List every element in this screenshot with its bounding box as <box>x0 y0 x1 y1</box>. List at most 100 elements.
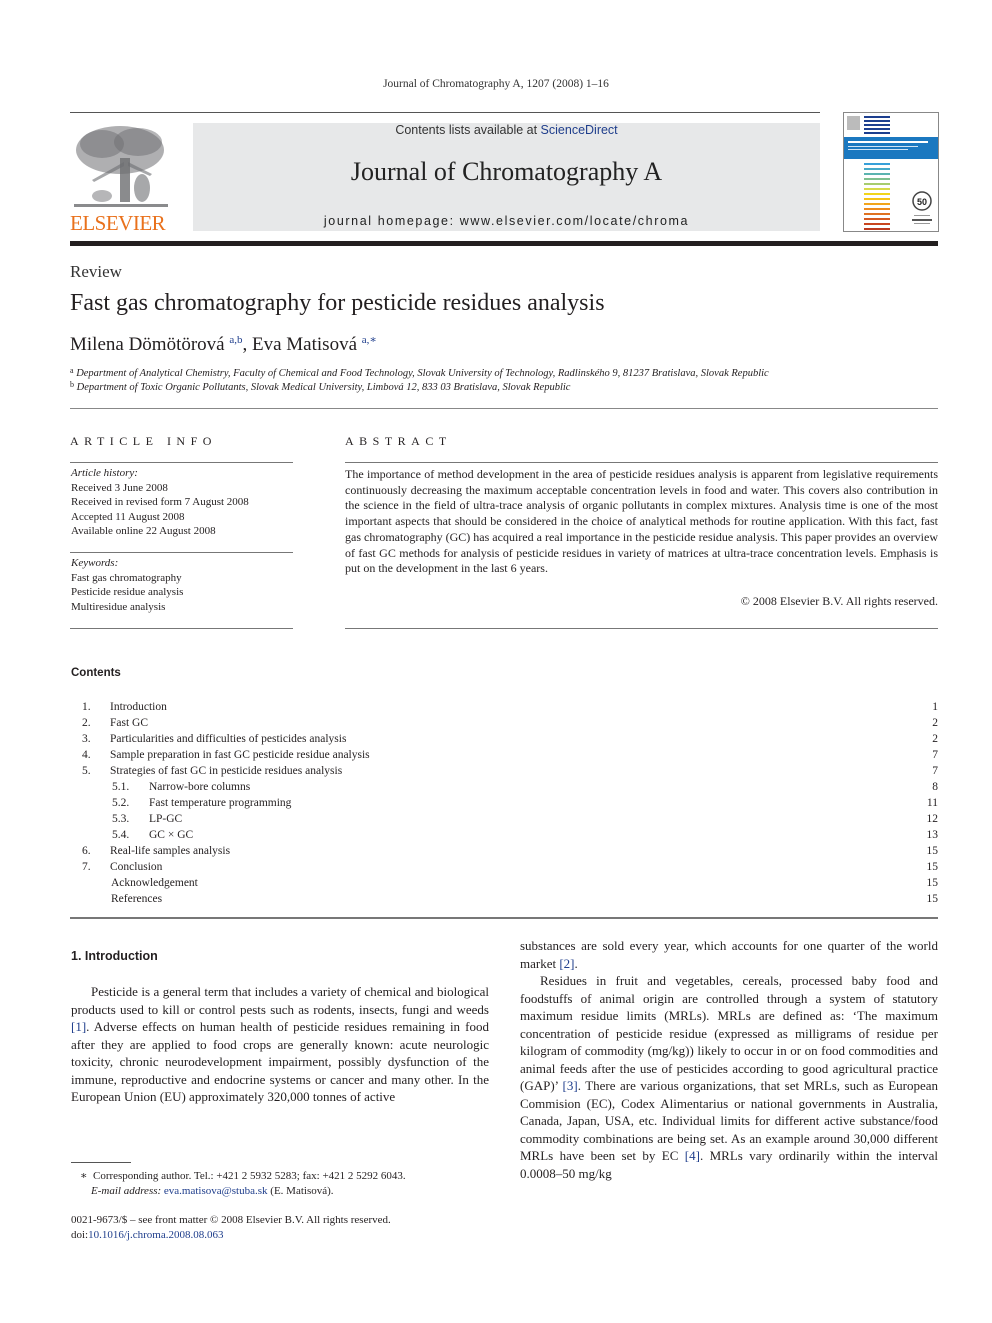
issn-line: 0021-9673/$ – see front matter © 2008 El… <box>71 1214 391 1226</box>
toc-page-number: 7 <box>932 749 938 761</box>
email-link[interactable]: eva.matisova@stuba.sk <box>164 1185 268 1197</box>
affiliation-mark[interactable]: a,∗ <box>362 334 377 346</box>
masthead-thick-rule <box>70 241 938 246</box>
affiliation-letter: a <box>70 366 74 375</box>
toc-entry[interactable]: Acknowledgement 15 <box>70 875 938 891</box>
copyright-notice: © 2008 Elsevier B.V. All rights reserved… <box>740 594 938 608</box>
toc-entry[interactable]: 3. Particularities and difficulties of pe… <box>70 731 938 747</box>
toc-title[interactable]: Real-life samples analysis <box>110 843 918 859</box>
toc-title-text: Acknowledgement <box>111 877 200 889</box>
toc-entry[interactable]: References 15 <box>70 891 938 907</box>
toc-title-text: Narrow-bore columns <box>149 781 253 793</box>
elsevier-tree-icon <box>74 126 168 207</box>
journal-homepage: journal homepage: www.elsevier.com/locat… <box>193 214 820 228</box>
paragraph-text: . Adverse effects on human health of pes… <box>71 1019 489 1104</box>
divider <box>70 552 293 553</box>
toc-title[interactable]: Particularities and difficulties of pest… <box>110 731 918 747</box>
paragraph: substances are sold every year, which ac… <box>520 937 938 972</box>
elsevier-wordmark: ELSEVIER <box>70 211 166 235</box>
toc-title[interactable]: Narrow-bore columns <box>149 779 910 795</box>
toc-title[interactable]: LP-GC <box>149 811 910 827</box>
affiliation-text: Department of Analytical Chemistry, Facu… <box>76 368 769 379</box>
keyword: Multiresidue analysis <box>71 600 166 613</box>
toc-entry[interactable]: 6. Real-life samples analysis 15 <box>70 843 938 859</box>
footnote-mark: ∗ <box>80 1170 88 1182</box>
toc-title-text: LP-GC <box>149 813 185 825</box>
toc-number: 5.3. <box>112 813 130 825</box>
divider <box>345 462 938 463</box>
toc-entry[interactable]: 5.3. LP-GC 12 <box>70 811 938 827</box>
toc-title[interactable]: Sample preparation in fast GC pesticide … <box>110 747 918 763</box>
contents-heading: Contents <box>71 667 121 679</box>
footnote-text: Corresponding author. Tel.: +421 2 5932 … <box>92 1170 406 1182</box>
divider <box>70 462 293 463</box>
abstract-heading: ABSTRACT <box>345 434 452 448</box>
table-of-contents: 1. Introduction 1 2. Fast GC 2 3. Particulariti… <box>70 699 938 907</box>
paragraph-text: substances are sold every year, which ac… <box>520 938 938 971</box>
toc-title[interactable]: References <box>111 891 910 907</box>
paragraph: Residues in fruit and vegetables, cereal… <box>520 972 938 1182</box>
toc-title[interactable]: Conclusion <box>110 859 918 875</box>
toc-number: 4. <box>82 749 91 761</box>
toc-title[interactable]: Fast GC <box>110 715 918 731</box>
toc-entry[interactable]: 5.2. Fast temperature programming 11 <box>70 795 938 811</box>
svg-text:50: 50 <box>917 197 927 207</box>
journal-cover-icon: 50 <box>844 116 938 230</box>
section-heading: 1. Introduction <box>71 949 158 963</box>
toc-number: 5.1. <box>112 781 130 793</box>
running-header: Journal of Chromatography A, 1207 (2008)… <box>383 78 609 90</box>
author-name[interactable]: Milena Dömötörová <box>70 334 225 355</box>
toc-number: 6. <box>82 845 91 857</box>
history-item: Accepted 11 August 2008 <box>71 510 185 523</box>
toc-page-number: 15 <box>926 861 939 873</box>
paragraph-text: Pesticide is a general term that include… <box>71 984 489 1017</box>
homepage-link[interactable]: www.elsevier.com/locate/chroma <box>460 214 689 228</box>
toc-title-text: Strategies of fast GC in pesticide resid… <box>110 765 345 777</box>
toc-entry[interactable]: 5. Strategies of fast GC in pesticide res… <box>70 763 938 779</box>
toc-title-text: Fast GC <box>110 717 151 729</box>
doi-label: doi: <box>71 1229 89 1241</box>
citation-link[interactable]: [2] <box>559 956 574 971</box>
toc-page-number: 7 <box>932 765 938 777</box>
article-title: Fast gas chromatography for pesticide re… <box>70 290 605 316</box>
toc-number: 5. <box>82 765 91 777</box>
history-item: Received 3 June 2008 <box>71 481 168 494</box>
author-name[interactable]: Eva Matisová <box>252 334 357 355</box>
elsevier-logo[interactable]: ELSEVIER <box>70 120 175 235</box>
toc-title[interactable]: GC × GC <box>149 827 910 843</box>
citation-link[interactable]: [3] <box>563 1078 578 1093</box>
corresponding-author-footnote: ∗ Corresponding author. Tel.: +421 2 593… <box>80 1169 406 1199</box>
sciencedirect-link[interactable]: ScienceDirect <box>541 123 618 137</box>
toc-number: 7. <box>82 861 91 873</box>
toc-title-text: Real-life samples analysis <box>110 845 233 857</box>
toc-entry[interactable]: 5.1. Narrow-bore columns 8 <box>70 779 938 795</box>
toc-entry[interactable]: 1. Introduction 1 <box>70 699 938 715</box>
author-separator: , <box>242 334 252 355</box>
keywords-label: Keywords: <box>71 557 119 569</box>
history-item: Available online 22 August 2008 <box>71 525 216 537</box>
affiliation-b: b Department of Toxic Organic Pollutants… <box>70 380 570 393</box>
citation-link[interactable]: [1] <box>71 1019 86 1034</box>
toc-entry[interactable]: 5.4. GC × GC 13 <box>70 827 938 843</box>
toc-entry[interactable]: 2. Fast GC 2 <box>70 715 938 731</box>
journal-cover-thumbnail[interactable]: 50 <box>843 112 939 232</box>
toc-page-number: 15 <box>926 845 939 857</box>
toc-title-text: Introduction <box>110 701 169 713</box>
toc-entry[interactable]: 7. Conclusion 15 <box>70 859 938 875</box>
toc-entry[interactable]: 4. Sample preparation in fast GC pesticid… <box>70 747 938 763</box>
keyword: Fast gas chromatography <box>71 571 182 584</box>
journal-name: Journal of Chromatography A <box>350 157 663 186</box>
toc-title[interactable]: Strategies of fast GC in pesticide resid… <box>110 763 918 779</box>
toc-title-text: Fast temperature programming <box>149 797 294 809</box>
doi-link[interactable]: 10.1016/j.chroma.2008.08.063 <box>88 1229 223 1241</box>
citation-link[interactable]: [4] <box>685 1148 700 1163</box>
divider <box>70 917 938 919</box>
toc-title[interactable]: Acknowledgement <box>111 875 910 891</box>
paragraph: Pesticide is a general term that include… <box>71 983 489 1106</box>
toc-title[interactable]: Introduction <box>110 699 918 715</box>
divider <box>70 408 938 409</box>
keywords: Keywords: Fast gas chromatography Pestic… <box>71 556 183 614</box>
toc-title[interactable]: Fast temperature programming <box>149 795 910 811</box>
toc-page-number: 1 <box>932 701 938 713</box>
affiliation-mark[interactable]: a,b <box>229 334 242 346</box>
